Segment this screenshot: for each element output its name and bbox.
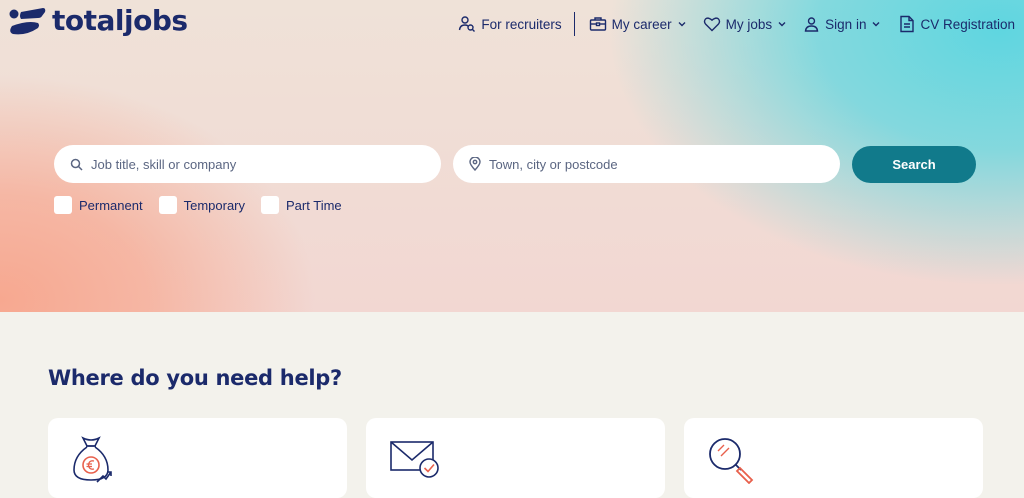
permanent-checkbox[interactable] [54,196,72,214]
logo-text: totaljobs [52,4,188,37]
nav-cv-registration-label: CV Registration [920,16,1015,32]
help-card-job-search[interactable] [684,418,983,498]
top-navigation: totaljobs For recruiters My career My jo… [0,0,1024,46]
filter-part-time-label: Part Time [286,197,342,213]
help-card-salary[interactable] [48,418,347,498]
help-card-applications[interactable] [366,418,665,498]
recruiter-icon [459,16,476,32]
logo-mark-icon [9,7,46,34]
filter-temporary[interactable]: Temporary [158,196,246,214]
filter-part-time[interactable]: Part Time [261,196,342,214]
nav-my-jobs[interactable]: My jobs [703,15,788,33]
money-bag-icon [73,436,112,483]
nav-sign-in[interactable]: Sign in [803,16,881,33]
filter-temporary-label: Temporary [183,197,246,213]
user-icon [804,16,819,32]
chevron-down-icon [872,22,880,27]
nav-cv-registration[interactable]: CV Registration [899,15,1015,33]
search-button[interactable]: Search [852,146,976,183]
magnifier-icon [709,438,754,484]
filter-permanent-label: Permanent [79,197,143,213]
location-search-box [453,145,840,183]
main-nav: For recruiters My career My jobs Sign in [458,12,1015,36]
search-icon [70,158,83,171]
nav-for-recruiters[interactable]: For recruiters [458,15,562,33]
nav-my-career[interactable]: My career [589,15,687,33]
nav-for-recruiters-label: For recruiters [481,16,562,32]
temporary-checkbox[interactable] [158,196,177,214]
site-logo[interactable]: totaljobs [8,4,188,37]
job-type-filters: Permanent Temporary Part Time [54,196,358,214]
heart-icon [703,17,720,32]
chevron-down-icon [778,22,786,27]
chevron-down-icon [678,22,686,27]
part-time-checkbox[interactable] [261,196,280,214]
nav-my-career-label: My career [611,16,672,32]
document-icon [900,15,915,33]
keyword-input[interactable] [89,155,393,173]
nav-divider [573,12,575,36]
location-pin-icon [469,157,481,171]
nav-my-jobs-label: My jobs [725,16,773,32]
briefcase-icon [589,17,606,31]
filter-permanent[interactable]: Permanent [54,196,143,214]
envelope-check-icon [390,441,439,478]
help-section-title: Where do you need help? [48,366,342,390]
keyword-search-box [54,145,441,183]
nav-sign-in-label: Sign in [825,16,867,32]
location-input[interactable] [487,155,791,173]
